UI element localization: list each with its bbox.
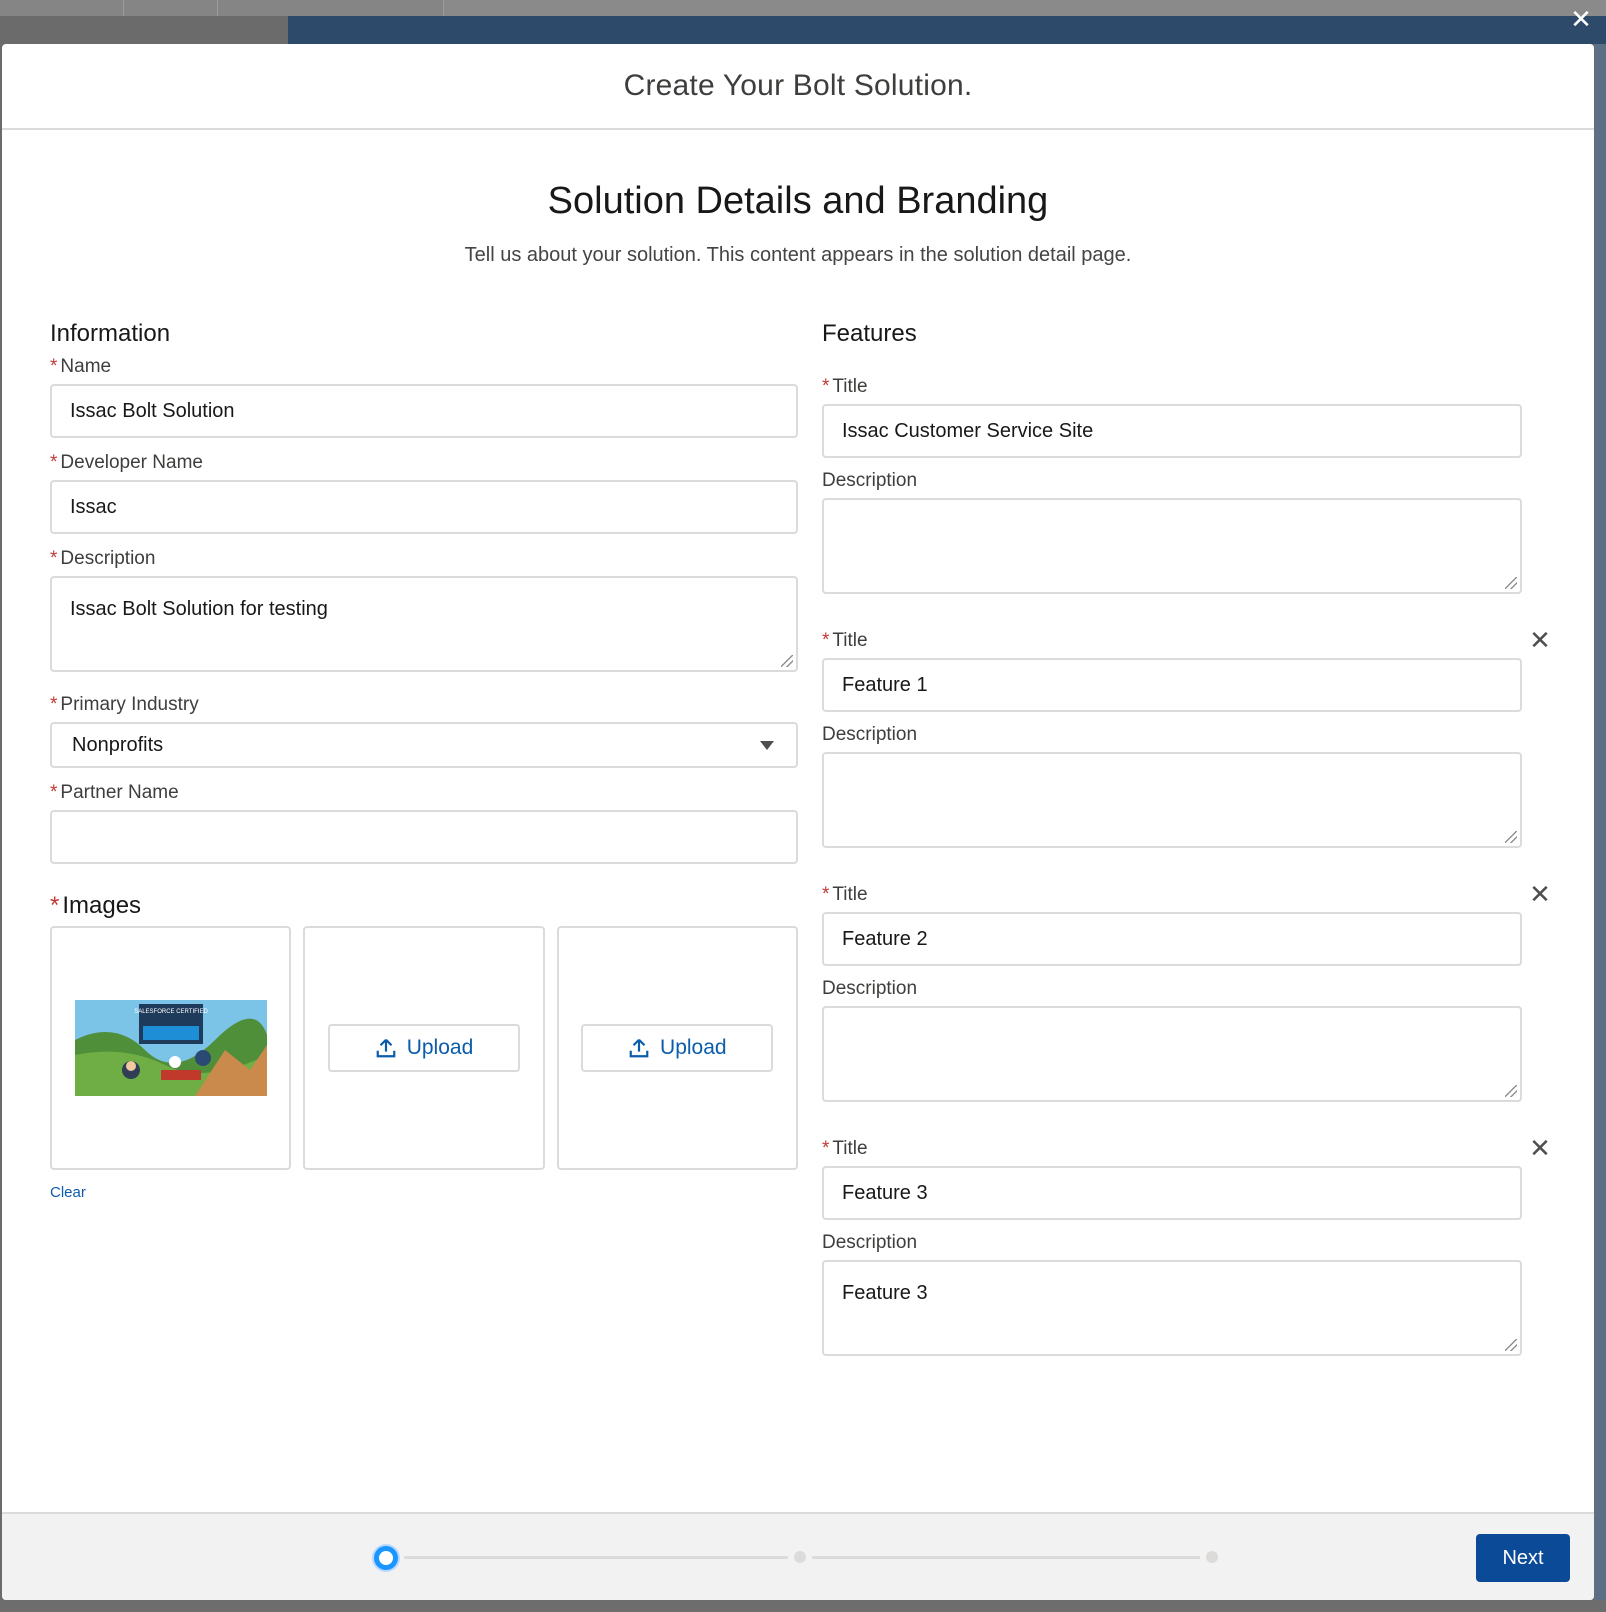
feature-item: ✕ * Title Feature 3 Description Feature 3 [822, 1135, 1551, 1356]
upload-label: Upload [406, 1036, 474, 1059]
progress-step-current[interactable] [374, 1546, 398, 1570]
section-title: Solution Details and Branding [547, 180, 1049, 222]
feature-description-label: Description [822, 724, 918, 745]
resize-grip-icon[interactable] [781, 655, 793, 667]
upload-button[interactable]: Upload [327, 1024, 520, 1072]
feature-item: ✕ * Title Feature 2 Description [822, 881, 1551, 1102]
required-mark: * [50, 782, 58, 803]
upload-icon [376, 1038, 396, 1058]
information-heading: Information [50, 320, 171, 347]
resize-grip-icon[interactable] [1505, 577, 1517, 589]
feature-item: ✕ * Title Feature 1 Description [822, 627, 1551, 848]
modal-footer: Next [2, 1512, 1594, 1600]
feature-description-textarea[interactable] [822, 1006, 1522, 1102]
feature-title-label: * Title [822, 884, 868, 905]
close-modal-icon[interactable]: ✕ [1568, 6, 1594, 32]
next-button[interactable]: Next [1476, 1534, 1570, 1582]
primary-industry-value: Nonprofits [72, 733, 164, 756]
remove-feature-icon[interactable]: ✕ [1528, 627, 1552, 653]
feature-title-input[interactable]: Feature 1 [822, 658, 1522, 712]
upload-icon [629, 1038, 649, 1058]
modal-header: Create Your Bolt Solution. [2, 44, 1594, 130]
feature-description-label: Description [822, 978, 918, 999]
feature-title-label: * Title [822, 376, 868, 397]
remove-feature-icon[interactable]: ✕ [1528, 1135, 1552, 1161]
section-subtitle: Tell us about your solution. This conten… [464, 244, 1132, 266]
modal-title: Create Your Bolt Solution. [623, 69, 973, 102]
required-mark: * [822, 884, 830, 905]
developer-name-field: * Developer Name Issac [50, 452, 798, 534]
image-slot-2: Upload [303, 926, 545, 1170]
background-tab [0, 0, 124, 16]
feature-description-label: Description [822, 1232, 918, 1253]
progress-step[interactable] [1206, 1551, 1218, 1563]
required-mark: * [50, 892, 60, 919]
image-slots: SALESFORCE CERTIFIED Upload Upload [50, 926, 798, 1170]
background-page [1594, 44, 1606, 1612]
create-solution-modal: Create Your Bolt Solution. Solution Deta… [2, 44, 1594, 1600]
uploaded-image-thumbnail: SALESFORCE CERTIFIED [74, 1000, 267, 1096]
name-input[interactable]: Issac Bolt Solution [50, 384, 798, 438]
description-textarea[interactable]: Issac Bolt Solution for testing [50, 576, 798, 672]
remove-feature-icon[interactable]: ✕ [1528, 881, 1552, 907]
resize-grip-icon[interactable] [1505, 831, 1517, 843]
feature-description-textarea[interactable] [822, 752, 1522, 848]
chevron-down-icon [760, 740, 774, 750]
name-label: * Name [50, 356, 112, 377]
required-mark: * [50, 452, 58, 473]
features-column: Features * Title Issac Customer Service S… [822, 320, 1551, 1370]
image-slot-1[interactable]: SALESFORCE CERTIFIED [50, 926, 292, 1170]
feature-description-textarea[interactable]: Feature 3 [822, 1260, 1522, 1356]
images-heading: * Images [50, 892, 142, 919]
feature-title-input[interactable]: Feature 3 [822, 1166, 1522, 1220]
primary-industry-field: * Primary Industry Nonprofits [50, 694, 798, 768]
name-field: * Name Issac Bolt Solution [50, 356, 798, 438]
background-banner [288, 16, 1606, 44]
description-label: * Description [50, 548, 156, 569]
partner-name-input[interactable] [50, 810, 798, 864]
primary-industry-select[interactable]: Nonprofits [50, 722, 798, 768]
required-mark: * [822, 376, 830, 397]
features-heading: Features [822, 320, 917, 347]
required-mark: * [822, 1138, 830, 1159]
feature-description-textarea[interactable] [822, 498, 1522, 594]
progress-track [812, 1556, 1200, 1559]
progress-step[interactable] [794, 1551, 806, 1563]
developer-name-label: * Developer Name [50, 452, 203, 473]
feature-title-input[interactable]: Issac Customer Service Site [822, 404, 1522, 458]
information-column: Information * Name Issac Bolt Solution * D… [50, 320, 798, 1202]
upload-button[interactable]: Upload [581, 1024, 774, 1072]
background-tab [218, 0, 444, 16]
required-mark: * [50, 356, 58, 377]
partner-name-field: * Partner Name [50, 782, 798, 864]
partner-name-label: * Partner Name [50, 782, 179, 803]
description-field: * Description Issac Bolt Solution for tes… [50, 548, 798, 672]
required-mark: * [50, 548, 58, 569]
required-mark: * [822, 630, 830, 651]
feature-title-label: * Title [822, 630, 868, 651]
feature-title-input[interactable]: Feature 2 [822, 912, 1522, 966]
svg-text:SALESFORCE CERTIFIED: SALESFORCE CERTIFIED [134, 1009, 208, 1015]
background-tab [124, 0, 218, 16]
upload-label: Upload [660, 1036, 727, 1059]
image-slot-3: Upload [556, 926, 798, 1170]
resize-grip-icon[interactable] [1505, 1339, 1517, 1351]
required-mark: * [50, 694, 58, 715]
developer-name-input[interactable]: Issac [50, 480, 798, 534]
feature-title-label: * Title [822, 1138, 868, 1159]
progress-track [404, 1556, 788, 1559]
primary-industry-label: * Primary Industry [50, 694, 199, 715]
feature-description-label: Description [822, 470, 918, 491]
background-page-bottom [0, 1600, 1606, 1612]
clear-images-link[interactable]: Clear [50, 1184, 86, 1201]
feature-item: * Title Issac Customer Service Site Descr… [822, 376, 1522, 594]
resize-grip-icon[interactable] [1505, 1085, 1517, 1097]
